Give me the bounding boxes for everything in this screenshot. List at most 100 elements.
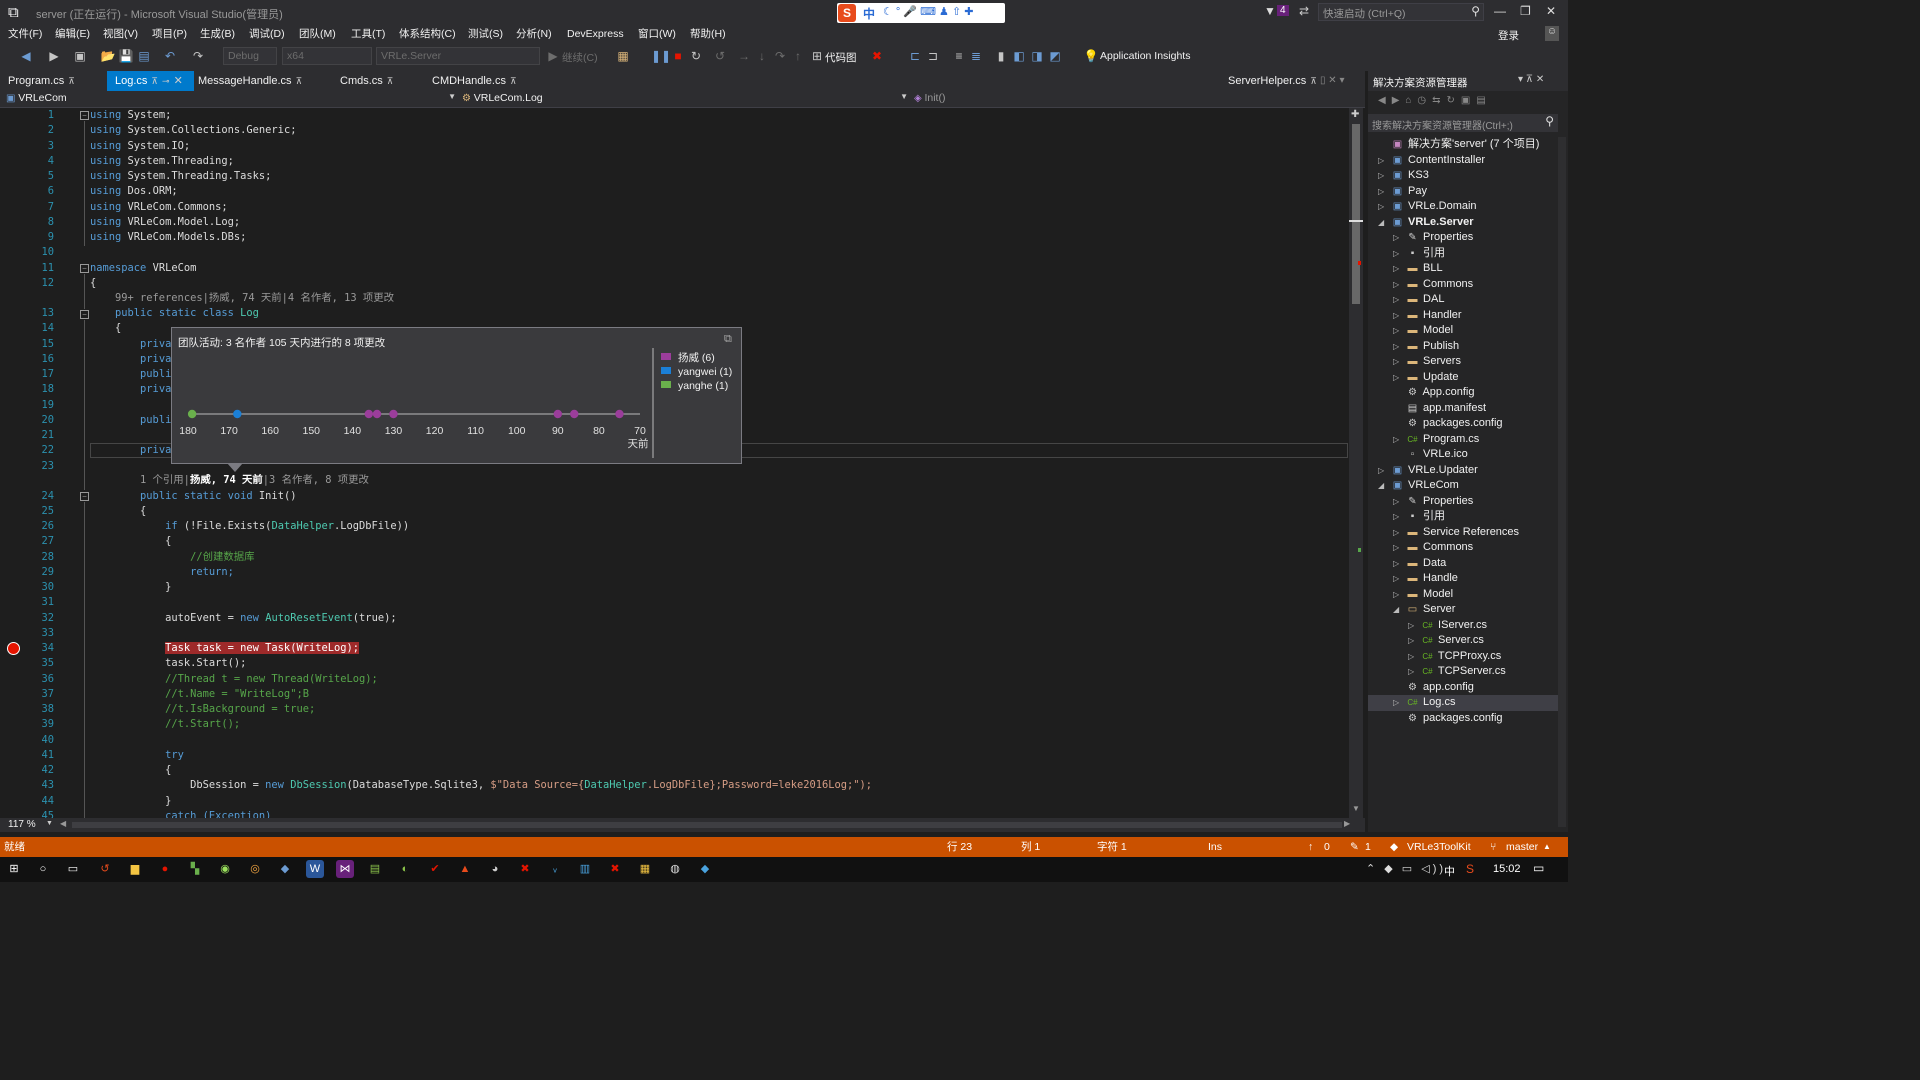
menu-devexpress[interactable]: DevExpress: [567, 26, 624, 43]
menu-help[interactable]: 帮助(H): [690, 26, 726, 43]
lightbulb-icon[interactable]: 💡: [1083, 48, 1099, 64]
status-edit-count[interactable]: 1: [1365, 837, 1371, 857]
restart-icon[interactable]: ↻: [688, 48, 704, 64]
stop-icon[interactable]: ■: [670, 48, 686, 64]
expand-arrow-icon[interactable]: ▷: [1378, 153, 1390, 169]
collapse-icon[interactable]: −: [80, 310, 89, 319]
split-icon[interactable]: ✚: [1351, 109, 1359, 120]
tree-item[interactable]: ▷ ▬ Handler: [1393, 308, 1462, 324]
tree-item[interactable]: ▷ ▣ VRLe.Updater: [1378, 463, 1478, 479]
step-into-icon[interactable]: →: [736, 48, 752, 64]
pin-icon[interactable]: ⊼: [68, 76, 75, 86]
format-icon[interactable]: ⊏: [907, 48, 923, 64]
app-round-icon[interactable]: ◍: [666, 860, 684, 878]
tree-item[interactable]: ◢ ▣ VRLeCom: [1378, 478, 1459, 494]
expand-arrow-icon[interactable]: ▷: [1408, 618, 1420, 634]
tab-cmds-cs[interactable]: Cmds.cs ⊼: [332, 71, 426, 91]
task-view-icon[interactable]: ▭: [64, 860, 82, 878]
comment-icon[interactable]: ≡: [951, 48, 967, 64]
expand-arrow-icon[interactable]: ▷: [1393, 509, 1405, 525]
chevron-down-icon[interactable]: ▼: [46, 820, 53, 827]
tab-cmdhandle-cs[interactable]: CMDHandle.cs ⊼: [424, 71, 534, 91]
tree-item[interactable]: ▷ ▬ Commons: [1393, 277, 1473, 293]
publish-icon[interactable]: ↑: [1308, 837, 1313, 857]
pause-icon[interactable]: ❚❚: [651, 48, 671, 64]
tree-item[interactable]: ⚙ packages.config: [1393, 711, 1503, 727]
xmind-2-icon[interactable]: ✖: [606, 860, 624, 878]
tab-messagehandle-cs[interactable]: MessageHandle.cs ⊼: [190, 71, 330, 91]
tree-item[interactable]: ▫ VRLe.ico: [1393, 447, 1468, 463]
overflow-tabs-icon[interactable]: ▯ ✕ ▾: [1320, 75, 1344, 86]
tab-program-cs[interactable]: Program.cs ⊼: [0, 71, 106, 91]
save-icon[interactable]: 💾: [118, 48, 134, 64]
member-dropdown[interactable]: ◈ Init(): [914, 92, 1359, 107]
menu-team[interactable]: 团队(M): [299, 26, 336, 43]
code-editor[interactable]: 1 2 3 4 5 6 7 8 9 10 11 12 13 14 15 16 1…: [0, 108, 1365, 818]
type-dropdown[interactable]: ⚙ VRLeCom.Log ▼: [462, 92, 908, 107]
expand-arrow-icon[interactable]: ▷: [1393, 308, 1405, 324]
restore-button[interactable]: ❐: [1520, 4, 1531, 18]
menu-test[interactable]: 测试(S): [468, 26, 503, 43]
config-select[interactable]: Debug: [223, 47, 277, 65]
expand-arrow-icon[interactable]: ▷: [1393, 556, 1405, 572]
expand-arrow-icon[interactable]: ▷: [1393, 432, 1405, 448]
account-icon[interactable]: ☺: [1545, 26, 1559, 41]
expand-arrow-icon[interactable]: ◢: [1378, 478, 1390, 494]
tray-icons[interactable]: ⌃ ◆ ▭ ◁)): [1366, 862, 1446, 875]
app-shield-icon[interactable]: ◆: [696, 860, 714, 878]
keep-open-icon[interactable]: ⊸: [162, 76, 170, 86]
project-dropdown[interactable]: ▣ VRLeCom ▼: [6, 92, 456, 107]
scroll-left-icon[interactable]: ◀: [60, 819, 66, 828]
expand-arrow-icon[interactable]: ▷: [1378, 168, 1390, 184]
app-bird-icon[interactable]: ᵥ: [546, 860, 564, 878]
status-toolkit[interactable]: VRLe3ToolKit: [1407, 837, 1471, 857]
expand-arrow-icon[interactable]: ▷: [1393, 277, 1405, 293]
tree-item[interactable]: ▷ C# Program.cs: [1393, 432, 1479, 448]
step-over-icon[interactable]: ↓: [754, 48, 770, 64]
tree-item[interactable]: ▷ ▣ ContentInstaller: [1378, 153, 1485, 169]
menu-view[interactable]: 视图(V): [103, 26, 138, 43]
zoom-level[interactable]: 117 %: [8, 819, 36, 830]
app-green-icon[interactable]: ▚: [186, 860, 204, 878]
tree-item[interactable]: ▷ C# Server.cs: [1408, 633, 1484, 649]
tree-item[interactable]: ▷ ✎ Properties: [1393, 494, 1473, 510]
bookmark-icon[interactable]: ▮: [993, 48, 1009, 64]
tab-log-cs[interactable]: Log.cs ⊼ ⊸ ✕: [107, 71, 194, 91]
tree-item[interactable]: ▷ ▬ Update: [1393, 370, 1459, 386]
menu-window[interactable]: 窗口(W): [638, 26, 676, 43]
menu-build[interactable]: 生成(B): [200, 26, 235, 43]
next-bookmark-icon[interactable]: ◨: [1029, 48, 1045, 64]
step-up-icon[interactable]: ↑: [790, 48, 806, 64]
windows-start-icon[interactable]: ⊞: [5, 860, 23, 878]
back-icon[interactable]: ◀: [18, 48, 34, 64]
close-tab-icon[interactable]: ✕: [174, 75, 183, 87]
status-branch[interactable]: master: [1506, 837, 1538, 857]
branch-icon[interactable]: ⑂: [1490, 837, 1496, 857]
uncomment-icon[interactable]: ≣: [968, 48, 984, 64]
codemap-button[interactable]: 代码图: [825, 50, 857, 65]
tree-item[interactable]: ▷ C# IServer.cs: [1408, 618, 1487, 634]
undo-icon[interactable]: ↶: [162, 48, 178, 64]
tree-item[interactable]: ▷ C# TCPServer.cs: [1408, 664, 1506, 680]
tree-item[interactable]: ▷ ▬ Commons: [1393, 540, 1473, 556]
word-icon[interactable]: W: [306, 860, 324, 878]
action-center-icon[interactable]: ▭: [1533, 861, 1544, 875]
forward-icon[interactable]: ▶: [46, 48, 62, 64]
tree-item[interactable]: ▷ C# Log.cs: [1368, 695, 1558, 711]
tree-item[interactable]: ▷ ▬ Service References: [1393, 525, 1519, 541]
continue-button[interactable]: 继续(C): [562, 50, 598, 65]
tree-item[interactable]: ▷ ▣ Pay: [1378, 184, 1427, 200]
tree-item[interactable]: ▷ ▬ Handle: [1393, 571, 1458, 587]
codelens-class[interactable]: 99+ references|扬威, 74 天前|4 名作者, 13 项更改: [115, 291, 394, 306]
cortana-icon[interactable]: ○: [34, 860, 52, 878]
expand-arrow-icon[interactable]: ▷: [1393, 261, 1405, 277]
sogou-tray-icon[interactable]: S: [1466, 862, 1474, 876]
continue-icon[interactable]: ▶: [545, 48, 561, 64]
xmind-icon[interactable]: ✖: [516, 860, 534, 878]
app-insights-button[interactable]: Application Insights: [1100, 50, 1190, 62]
wechat-icon[interactable]: ◉: [216, 860, 234, 878]
tray-ime[interactable]: 中: [1444, 863, 1455, 879]
codemap-icon[interactable]: ⊞: [809, 48, 825, 64]
tree-item[interactable]: ▷ ▬ Servers: [1393, 354, 1461, 370]
app-check-icon[interactable]: ✔: [426, 860, 444, 878]
